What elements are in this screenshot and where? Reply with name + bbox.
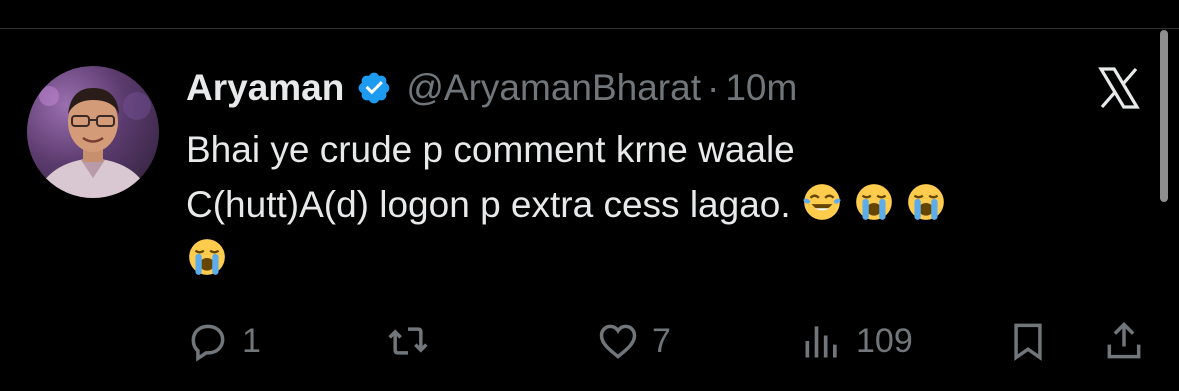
like-count: 7 <box>652 321 671 360</box>
views-count: 109 <box>856 321 913 360</box>
bookmark-icon <box>1014 323 1042 361</box>
reply-button[interactable]: 1 <box>186 316 261 366</box>
bookmark-button[interactable] <box>1006 316 1050 366</box>
separator-dot: · <box>707 67 720 108</box>
tweet-line-1: Bhai ye crude p comment krne waale <box>186 129 795 170</box>
display-name[interactable]: Aryaman <box>186 67 344 109</box>
face-with-tears-of-joy-icon <box>802 184 841 220</box>
verified-badge-icon <box>358 72 390 104</box>
loudly-crying-face-icon <box>855 184 892 220</box>
tweet-line-2: C(hutt)A(d) logon p extra cess lagao. <box>186 184 791 225</box>
retweet-button[interactable] <box>386 316 442 366</box>
action-bar: 1 7 109 <box>0 316 1179 366</box>
tweet-text: Bhai ye crude p comment krne waale C(hut… <box>186 122 1126 287</box>
avatar[interactable] <box>27 66 159 198</box>
views-button[interactable]: 109 <box>800 316 913 366</box>
heart-icon <box>599 324 637 359</box>
share-button[interactable] <box>1102 316 1146 366</box>
reply-count: 1 <box>242 321 261 360</box>
loudly-crying-face-icon <box>907 184 944 220</box>
top-divider <box>0 28 1179 29</box>
scrollbar[interactable] <box>1160 30 1168 202</box>
reply-icon <box>191 324 225 362</box>
share-icon <box>1107 322 1141 359</box>
loudly-crying-face-icon <box>189 239 225 275</box>
x-logo-icon <box>1098 67 1140 109</box>
handle[interactable]: @AryamanBharat <box>406 67 701 109</box>
tweet-header: Aryaman @AryamanBharat · 10m <box>186 66 797 110</box>
retweet-icon <box>388 327 428 355</box>
timestamp[interactable]: 10m <box>725 67 797 109</box>
like-button[interactable]: 7 <box>596 316 671 366</box>
views-icon <box>805 326 837 358</box>
